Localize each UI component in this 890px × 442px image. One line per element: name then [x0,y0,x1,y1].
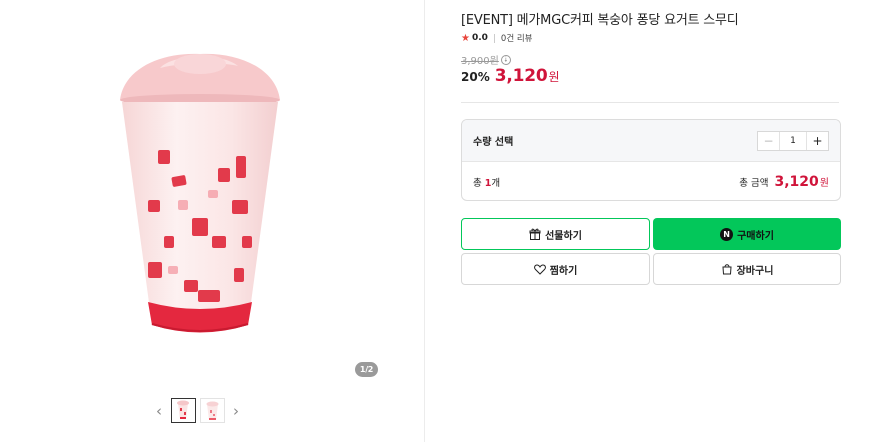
quantity-box: 수량 선택 − 1 + 총 1개 총 금액 3,120 원 [461,119,841,201]
thumbnail-2-image [206,401,219,420]
total-amount-currency: 원 [819,178,829,189]
original-price-row: 3,900원 i [461,52,511,67]
rating-row: ★ 0.0 0건 리뷰 [461,32,533,45]
quantity-label: 수량 선택 [473,137,514,148]
product-title: [EVENT] 메가MGC커피 복숭아 퐁당 요거트 스무디 [461,13,739,28]
total-amount: 총 금액 3,120 원 [739,174,829,190]
total-amount-value: 3,120 [774,174,819,190]
buy-button[interactable]: N 구매하기 [653,218,841,250]
chevron-right-icon[interactable]: › [229,402,243,420]
wishlist-button[interactable]: 찜하기 [461,253,650,285]
rating-separator [493,33,495,43]
price-row: 20% 3,120 원 [461,66,560,86]
rating-score: 0.0 [471,33,488,43]
thumbnail-1-image [177,400,189,419]
total-count: 총 1개 [473,175,500,189]
quantity-stepper: − 1 + [757,130,829,151]
heart-icon [533,263,546,275]
quantity-minus-button[interactable]: − [758,131,780,150]
gift-icon [529,228,541,240]
thumbnail-2[interactable] [200,398,225,423]
thumbnail-1[interactable] [171,398,196,423]
original-price: 3,900원 [461,56,499,67]
column-divider [424,0,425,442]
total-count-prefix: 총 [473,178,485,189]
naver-pay-icon: N [720,227,734,241]
quantity-header: 수량 선택 − 1 + [462,120,840,162]
cart-button-label: 장바구니 [736,265,774,277]
info-icon[interactable]: i [500,54,511,65]
product-image [120,53,280,333]
quantity-value[interactable]: 1 [780,132,806,150]
discount-rate: 20% [461,70,490,84]
section-divider [461,102,839,103]
quantity-total-row: 총 1개 총 금액 3,120 원 [462,162,840,200]
review-count-link[interactable]: 0건 리뷰 [501,32,533,44]
total-count-suffix: 개 [491,178,501,189]
star-icon: ★ [461,32,470,44]
shopping-bag-icon [721,263,733,275]
image-page-indicator: 1/2 [355,362,378,377]
buy-button-label: 구매하기 [737,230,774,242]
quantity-plus-button[interactable]: + [806,131,828,150]
sale-price: 3,120 [494,66,548,86]
gift-button-label: 선물하기 [545,230,582,242]
total-amount-label: 총 금액 [739,178,769,189]
wishlist-button-label: 찜하기 [549,265,578,277]
chevron-left-icon[interactable]: ‹ [152,402,166,420]
gift-button[interactable]: 선물하기 [461,218,650,250]
cart-button[interactable]: 장바구니 [653,253,841,285]
product-gallery: 1/2 ‹ › [0,0,424,442]
sale-price-currency: 원 [548,70,560,84]
